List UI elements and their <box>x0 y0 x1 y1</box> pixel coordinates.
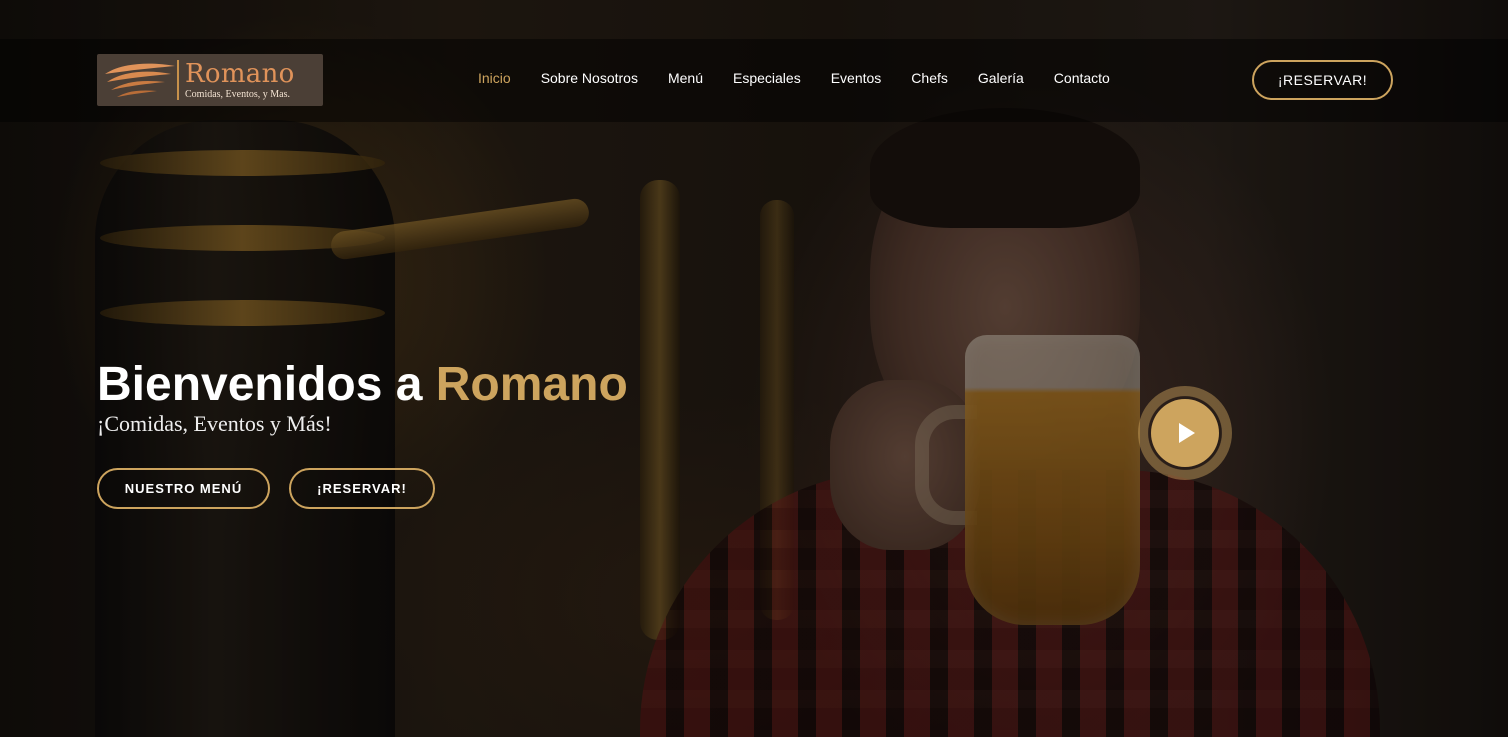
hero-title-brand: Romano <box>435 358 628 411</box>
video-play-button[interactable] <box>1151 399 1219 467</box>
nav-item-especiales[interactable]: Especiales <box>733 70 801 86</box>
nav-item-inicio[interactable]: Inicio <box>478 70 511 86</box>
hero-title-prefix: Bienvenidos a <box>97 358 436 411</box>
nav-item-contacto[interactable]: Contacto <box>1054 70 1110 86</box>
logo-divider <box>177 60 179 100</box>
nav-item-menu[interactable]: Menú <box>668 70 703 86</box>
hero-reserve-button[interactable]: ¡RESERVAR! <box>289 468 435 509</box>
hero-title: Bienvenidos a Romano <box>97 357 628 412</box>
nav-item-sobre-nosotros[interactable]: Sobre Nosotros <box>541 70 638 86</box>
nav-item-galeria[interactable]: Galería <box>978 70 1024 86</box>
our-menu-button[interactable]: NUESTRO MENÚ <box>97 468 270 509</box>
logo-tagline: Comidas, Eventos, y Mas. <box>185 88 290 100</box>
main-nav: Inicio Sobre Nosotros Menú Especiales Ev… <box>478 70 1140 86</box>
logo-wings-icon <box>97 54 177 106</box>
hero-subtitle: ¡Comidas, Eventos y Más! <box>97 411 332 436</box>
header-reserve-button[interactable]: ¡RESERVAR! <box>1252 60 1393 100</box>
play-icon <box>1179 423 1195 443</box>
nav-item-eventos[interactable]: Eventos <box>831 70 882 86</box>
nav-item-chefs[interactable]: Chefs <box>911 70 948 86</box>
site-logo[interactable]: Romano Comidas, Eventos, y Mas. <box>97 54 323 106</box>
logo-name: Romano <box>185 58 295 89</box>
